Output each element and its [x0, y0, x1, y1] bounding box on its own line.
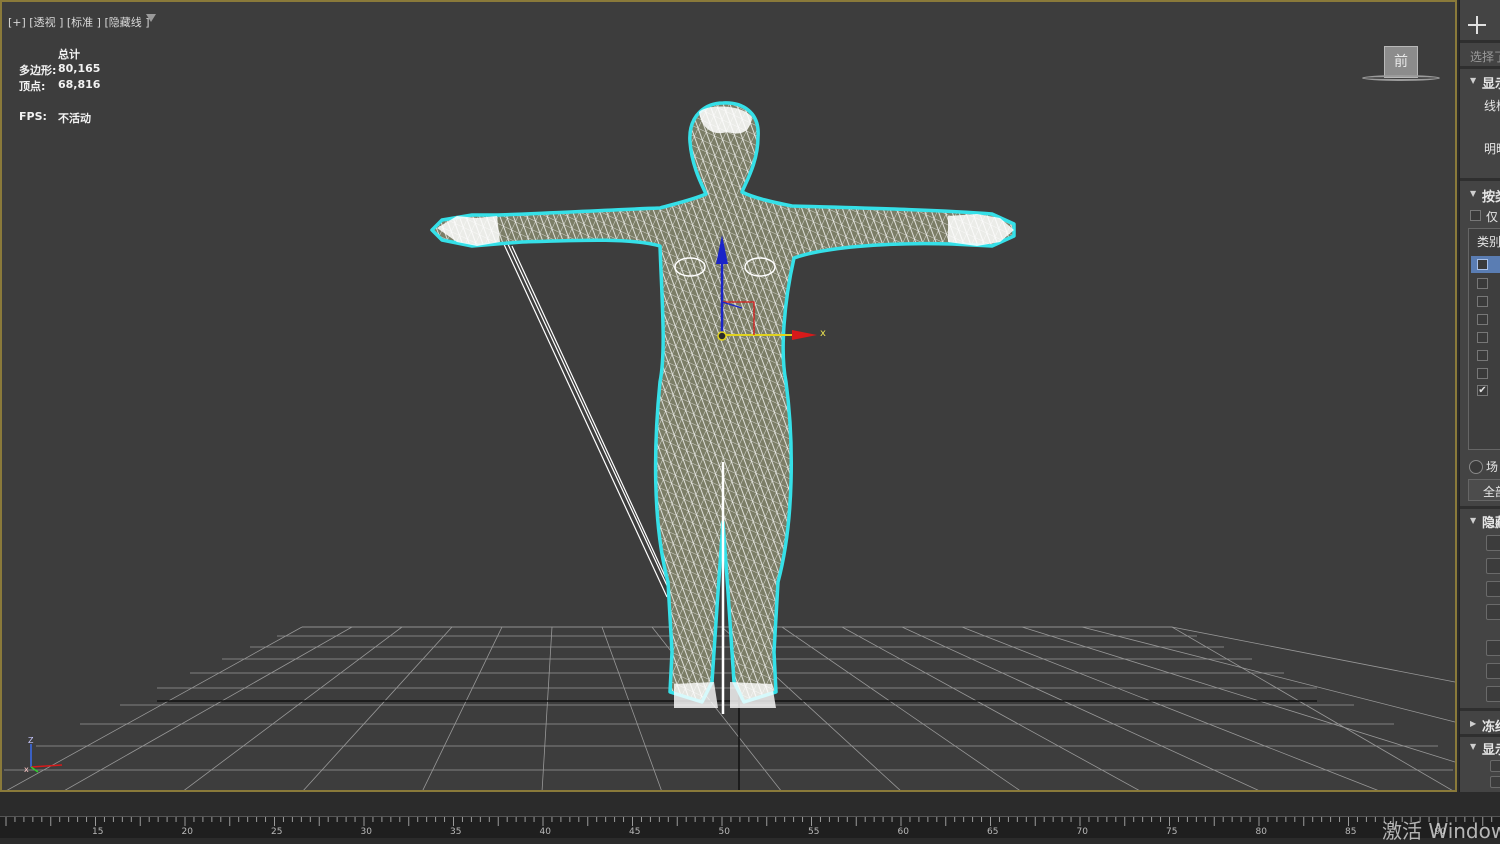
timeline-tick-label: 50: [718, 827, 730, 837]
stats-heading: 总计: [58, 48, 80, 61]
timeline-tick-label: 80: [1255, 827, 1267, 837]
timeline-tick-label: 25: [271, 827, 283, 837]
category-checkbox-checked[interactable]: ✔: [1477, 385, 1488, 396]
hide-button-4[interactable]: [1486, 604, 1500, 620]
timeline-tick-label: 55: [808, 827, 820, 837]
world-axis-tripod: Z x: [24, 736, 63, 774]
hide-button-1[interactable]: [1486, 535, 1500, 551]
timeline-tick-label: 20: [181, 827, 193, 837]
filter-icon[interactable]: [146, 14, 156, 22]
expand-display-props-icon[interactable]: ▼: [1470, 742, 1476, 751]
expand-display-icon[interactable]: ▼: [1470, 76, 1476, 85]
hide-button-3[interactable]: [1486, 581, 1500, 597]
timeline-tick-label: 15: [92, 827, 104, 837]
scene-canvas[interactable]: x Z x: [2, 2, 1455, 790]
display-props-checkbox-2[interactable]: [1490, 776, 1500, 788]
category-header: 类别: [1477, 235, 1500, 249]
shaded-label: 明暗: [1484, 142, 1500, 156]
category-checkbox-4[interactable]: [1477, 314, 1488, 325]
section-freeze-header[interactable]: 冻结: [1482, 716, 1500, 735]
only-checkbox[interactable]: [1470, 210, 1481, 221]
stats-vertices-label: 顶点:: [19, 80, 46, 93]
timeline-tick-label: 60: [897, 827, 909, 837]
display-props-checkbox-1[interactable]: [1490, 760, 1500, 772]
bone-lines: [501, 239, 671, 598]
section-display-header[interactable]: 显示: [1482, 73, 1500, 92]
stats-polygons-value: 80,165: [58, 62, 101, 75]
category-checkbox-1[interactable]: [1477, 259, 1488, 270]
windows-activation-watermark: 激活 Windows: [1382, 819, 1500, 843]
scene-label: 场: [1486, 460, 1499, 474]
hide-button-2[interactable]: [1486, 558, 1500, 574]
hide-button-5[interactable]: [1486, 640, 1500, 656]
only-label: 仅: [1486, 210, 1499, 224]
viewcube-front-face[interactable]: 前: [1384, 46, 1418, 78]
all-button-label: 全部: [1483, 485, 1500, 499]
wireframe-label: 线框: [1484, 99, 1500, 113]
expand-freeze-icon[interactable]: ▶: [1470, 719, 1476, 728]
timeline-track-bar[interactable]: 15 20 25 30 35 40 45 50 55 60 65 70 75 80 85 90: [0, 816, 1500, 838]
timeline-tick-label: 70: [1076, 827, 1088, 837]
expand-category-icon[interactable]: ▼: [1470, 189, 1476, 198]
axis-z-label: Z: [28, 736, 34, 745]
all-button[interactable]: 全部: [1468, 479, 1500, 501]
category-checkbox-7[interactable]: [1477, 368, 1488, 379]
timeline-tick-label: 45: [629, 827, 641, 837]
category-list[interactable]: 类别 ✔: [1468, 228, 1500, 450]
command-panel: 选择了 ▼ 显示 线框 明暗 ▼ 按类 仅 类别 ✔ 场 全部 ▼ 隐藏 ▶ 冻…: [1459, 0, 1500, 792]
timeline-tick-label: 75: [1166, 827, 1178, 837]
selection-label: 选择了: [1470, 50, 1500, 64]
category-checkbox-6[interactable]: [1477, 350, 1488, 361]
viewcube-compass-ring[interactable]: [1362, 75, 1440, 81]
section-hide-header[interactable]: 隐藏: [1482, 512, 1500, 531]
timeline-tick-label: 35: [450, 827, 462, 837]
section-by-category-header[interactable]: 按类: [1482, 186, 1500, 205]
expand-hide-icon[interactable]: ▼: [1470, 516, 1476, 525]
timeline-tick-label: 65: [987, 827, 999, 837]
stats-fps-label: FPS:: [19, 110, 47, 123]
gizmo-x-label: x: [820, 328, 826, 339]
section-display-props-header[interactable]: 显示: [1482, 739, 1500, 758]
timeline-tick-label: 85: [1345, 827, 1357, 837]
timeline-tick-label: 30: [360, 827, 372, 837]
category-checkbox-3[interactable]: [1477, 296, 1488, 307]
category-checkbox-2[interactable]: [1477, 278, 1488, 289]
viewport-label-menu[interactable]: [+] [透视 ] [标准 ] [隐藏线 ]: [8, 14, 150, 30]
hide-button-6[interactable]: [1486, 663, 1500, 679]
stats-vertices-value: 68,816: [58, 78, 101, 91]
plus-icon[interactable]: [1466, 14, 1488, 36]
perspective-viewport[interactable]: x Z x [+] [透视 ] [标准 ] [隐藏线 ] 总计 多边形: 80,…: [0, 0, 1457, 792]
stats-fps-value: 不活动: [58, 112, 91, 125]
category-checkbox-5[interactable]: [1477, 332, 1488, 343]
axis-x-label: x: [24, 765, 29, 774]
timeline-ticks: [5, 817, 1493, 826]
character-mesh: [430, 101, 1016, 714]
ground-grid: [4, 626, 1455, 790]
timeline-tick-label: 40: [539, 827, 551, 837]
scene-radio[interactable]: [1469, 460, 1483, 474]
hide-button-7[interactable]: [1486, 686, 1500, 702]
stats-polygons-label: 多边形:: [19, 64, 57, 77]
